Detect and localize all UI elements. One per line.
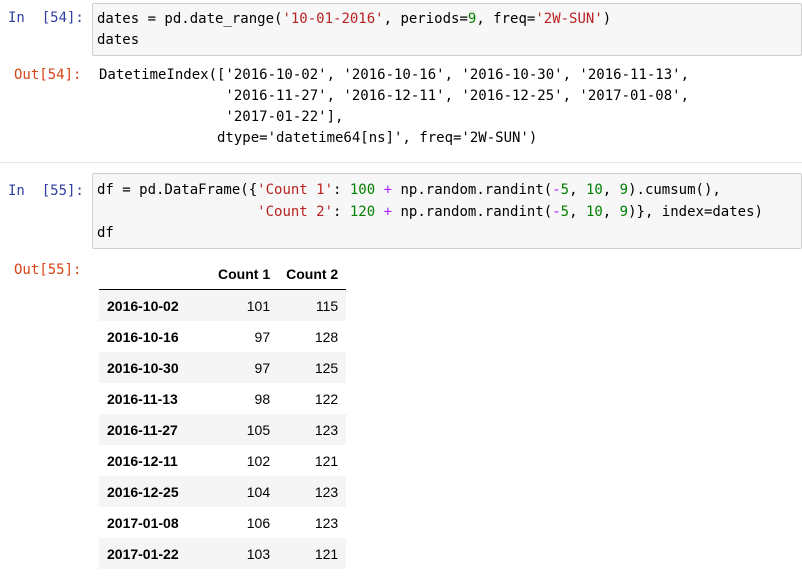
table-cell: 102 [246, 452, 271, 469]
table-cell: 122 [314, 390, 339, 407]
code-token: , [602, 182, 620, 198]
table-row: 2016-10-16 97 128 [99, 321, 346, 352]
code-token: ).cumsum(), [628, 182, 721, 198]
code-token: - [552, 204, 561, 220]
table-row: 2017-01-22 103 121 [99, 538, 347, 569]
table-cell: 123 [314, 514, 339, 531]
code-token: '2W-SUN' [535, 11, 603, 27]
cell-divider [0, 162, 802, 163]
row-index-label: 2016-11-13 [107, 390, 178, 407]
code-token: 9 [619, 182, 629, 198]
code-token: : [333, 204, 350, 220]
code-token: , [569, 204, 586, 220]
code-token: , freq= [476, 11, 536, 27]
table-row: 2016-10-02 101 115 [99, 289, 347, 321]
table-cell: 104 [246, 483, 271, 500]
table-cell: 97 [254, 359, 271, 376]
code-token: + [383, 204, 393, 220]
code-token: df = pd.DataFrame({ [97, 182, 258, 198]
row-index-label: 2016-11-27 [107, 421, 178, 438]
code-token: 120 [349, 204, 376, 220]
table-cell: 98 [254, 390, 271, 407]
code-token: 5 [560, 204, 570, 220]
code-token: dates [97, 32, 140, 48]
column-header-count-1: Count 1 [210, 258, 279, 290]
code-token: ) [602, 11, 612, 27]
table-cell: 121 [314, 545, 339, 562]
row-index-label: 2016-10-02 [107, 297, 179, 314]
code-line: dates = pd.date_range('10-01-2016', peri… [97, 9, 611, 30]
table-cell: 103 [246, 545, 271, 562]
table-cell: 128 [314, 328, 339, 345]
output-prompt-54: Out[54]: [14, 67, 82, 83]
code-token: : [333, 182, 350, 198]
index-header [99, 258, 210, 290]
code-line: df [97, 223, 114, 244]
code-token: df [97, 225, 114, 241]
output-prompt-55: Out[55]: [14, 262, 82, 278]
table-cell: 123 [314, 421, 339, 438]
code-token: 10 [585, 204, 603, 220]
code-token: + [383, 182, 393, 198]
row-index-label: 2016-12-11 [107, 452, 178, 469]
table-cell: 115 [315, 297, 339, 314]
code-token: - [552, 182, 561, 198]
table-cell: 121 [314, 452, 339, 469]
code-token: 100 [349, 182, 376, 198]
code-token: np.random.randint( [392, 182, 553, 198]
output-line: dtype='datetime64[ns]', freq='2W-SUN') [99, 130, 538, 146]
table-cell: 97 [254, 328, 271, 345]
code-token: 5 [560, 182, 570, 198]
code-token: 'Count 1' [257, 182, 334, 198]
code-token: )}, index=dates) [628, 204, 763, 220]
code-token: dates = pd.date_range( [97, 11, 283, 27]
code-token: '10-01-2016' [282, 11, 384, 27]
code-input-cell-54[interactable]: dates = pd.date_range('10-01-2016', peri… [92, 3, 802, 56]
dataframe-output-table: Count 1 Count 2 2016-10-02 101 115 2016-10-… [99, 258, 347, 569]
code-token: , [602, 204, 620, 220]
input-prompt-55: In [55]: [8, 183, 84, 199]
table-row: 2016-11-27 105 123 [99, 414, 347, 445]
output-line: '2017-01-22'], [99, 109, 344, 125]
code-line: dates [97, 30, 139, 51]
row-index-label: 2016-10-30 [107, 359, 179, 376]
table-row: 2016-12-25 104 123 [99, 476, 347, 507]
code-token: 'Count 2' [257, 204, 334, 220]
code-line: df = pd.DataFrame({'Count 1': 100 + np.r… [97, 180, 721, 201]
table-cell: 106 [246, 514, 271, 531]
code-token: , [569, 182, 586, 198]
row-index-label: 2016-10-16 [107, 328, 179, 345]
table-cell: 123 [314, 483, 339, 500]
output-line: DatetimeIndex(['2016-10-02', '2016-10-16… [99, 67, 690, 83]
table-row: 2017-01-08 106 123 [99, 507, 346, 538]
row-index-label: 2017-01-22 [107, 545, 179, 562]
table-row: 2016-11-13 98 122 [99, 383, 346, 414]
output-line: '2016-11-27', '2016-12-11', '2016-12-25'… [99, 88, 690, 104]
table-row: 2016-10-30 97 125 [99, 352, 347, 383]
table-header-row: Count 1 Count 2 [99, 258, 347, 290]
code-token: 10 [585, 182, 603, 198]
code-input-cell-55[interactable]: df = pd.DataFrame({'Count 1': 100 + np.r… [92, 173, 802, 249]
table-cell: 125 [314, 359, 339, 376]
code-token: , periods= [383, 11, 468, 27]
code-token: np.random.randint( [392, 204, 553, 220]
row-index-label: 2017-01-08 [107, 514, 179, 531]
table-cell: 101 [246, 297, 271, 314]
code-line: 'Count 2': 120 + np.random.randint(-5, 1… [97, 202, 763, 223]
row-index-label: 2016-12-25 [107, 483, 179, 500]
input-prompt-54: In [54]: [8, 10, 84, 26]
column-header-count-2: Count 2 [278, 258, 347, 290]
code-token: 9 [619, 204, 629, 220]
table-cell: 105 [246, 421, 271, 438]
table-row: 2016-12-11 102 121 [99, 445, 346, 476]
